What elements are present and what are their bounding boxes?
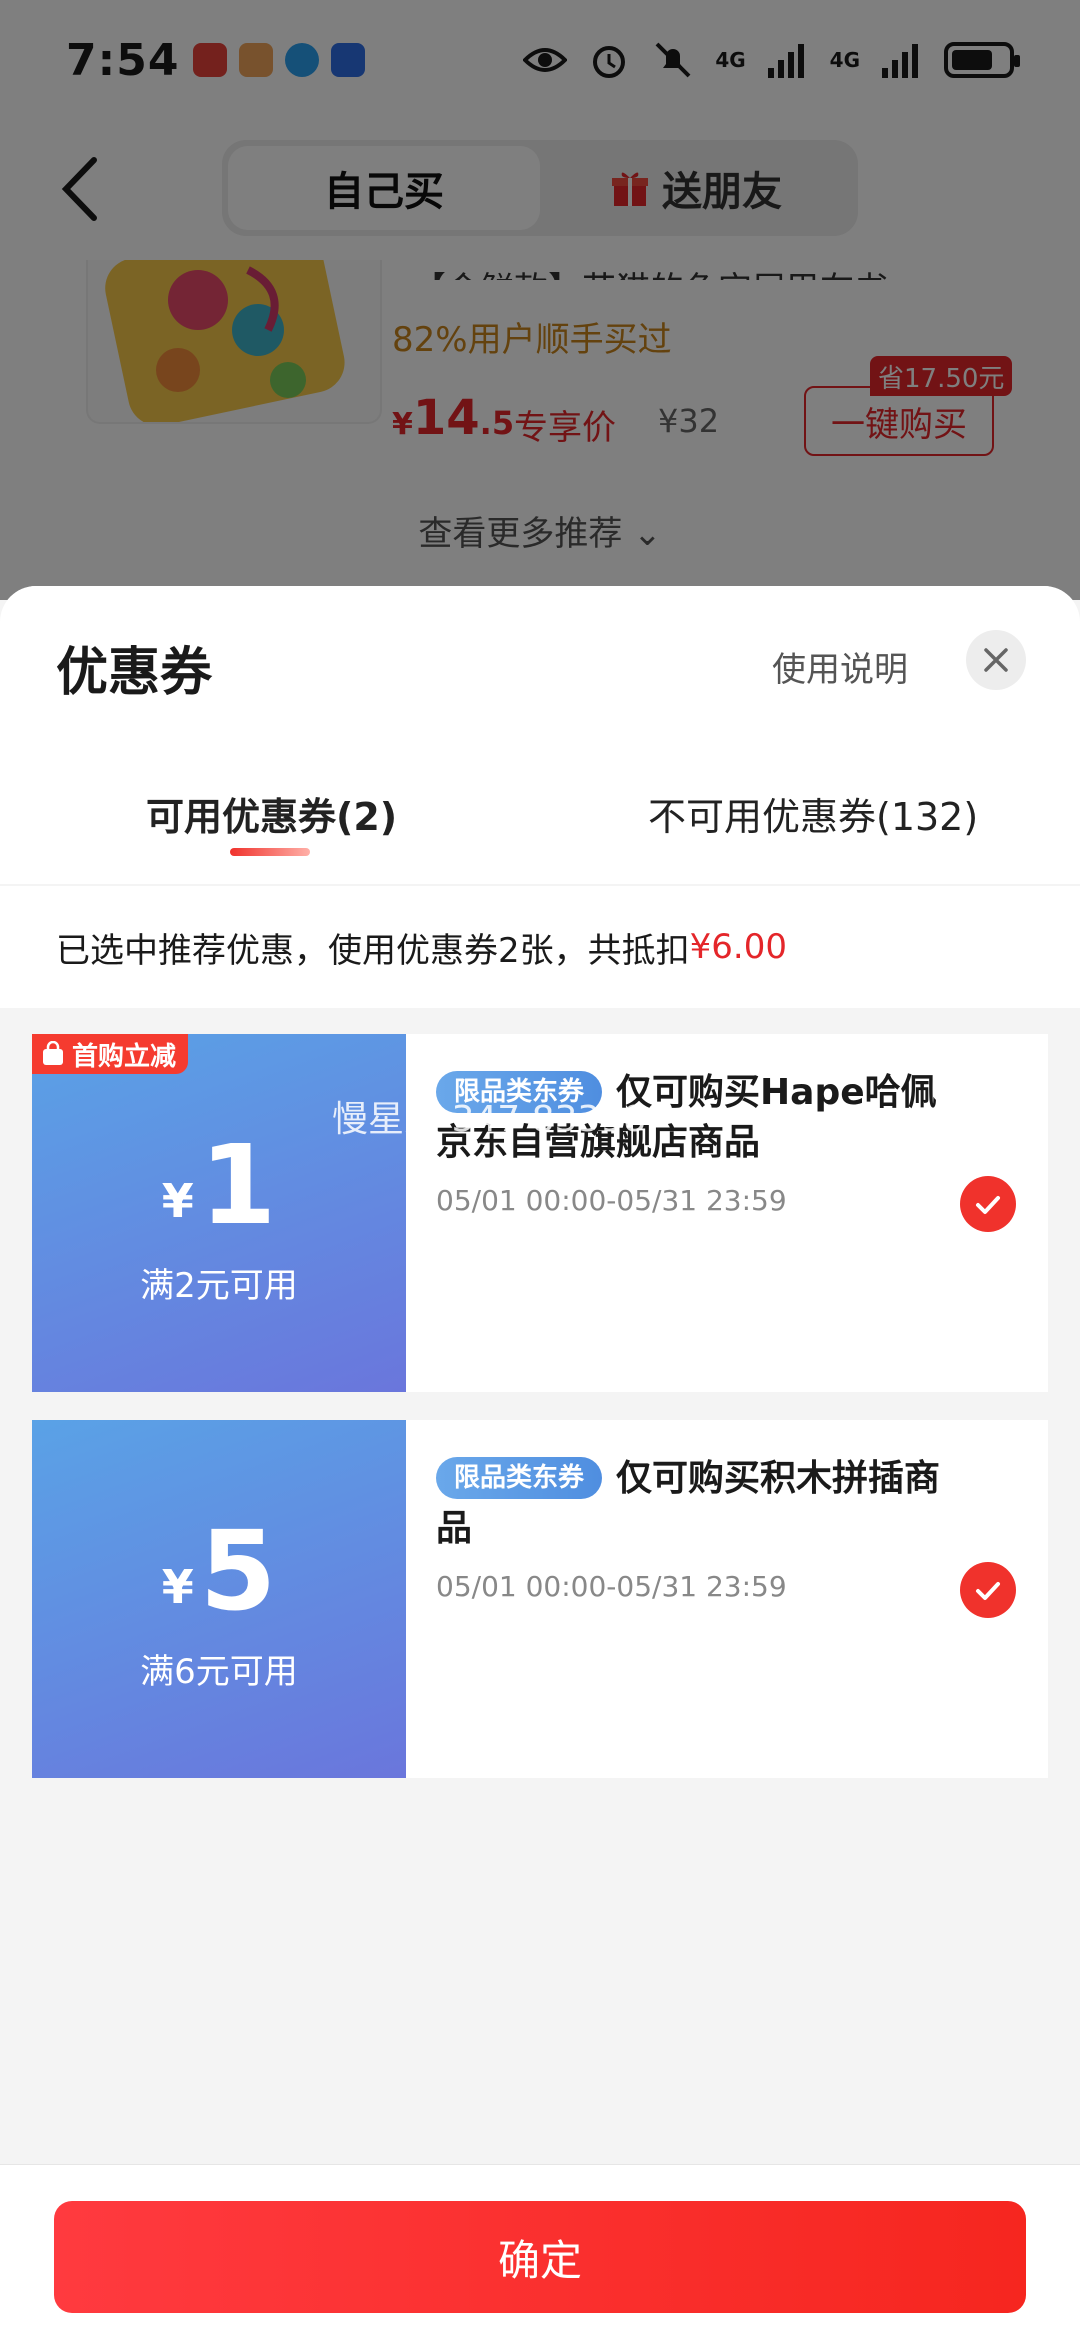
tab-available-coupons[interactable]: 可用优惠券(2) [146, 786, 397, 841]
coupon-selected-checkbox[interactable] [960, 1562, 1016, 1618]
coupon-amount-value: 5 [199, 1506, 277, 1635]
coupon-currency: ¥ [161, 1173, 194, 1228]
coupon-condition: 满6元可用 [140, 1651, 298, 1692]
selection-summary: 已选中推荐优惠，使用优惠券2张，共抵扣 ¥6.00 [0, 886, 1080, 1008]
coupon-amount-value: 1 [199, 1120, 277, 1249]
sheet-header: 优惠券 使用说明 可用优惠券(2) 不可用优惠券(132) [0, 586, 1080, 884]
coupon-sheet: 优惠券 使用说明 可用优惠券(2) 不可用优惠券(132) 已选中推荐优惠，使用… [0, 586, 1080, 2340]
check-icon [976, 1196, 1000, 1214]
coupon-validity: 05/01 00:00-05/31 23:59 [436, 1184, 787, 1217]
coupon-details: 限品类东券 仅可购买Hape哈佩京东自营旗舰店商品 05/01 00:00-05/… [406, 1034, 1048, 1392]
background-page: 7:54 4G 4G 自己买 送朋友 [0, 0, 1080, 600]
watermark-text: 慢星人 347 83398 [332, 1099, 647, 1140]
coupon-category-tag: 限品类东券 [436, 1457, 603, 1499]
coupon-validity: 05/01 00:00-05/31 23:59 [436, 1570, 787, 1603]
tab-unavailable-coupons[interactable]: 不可用优惠券(132) [648, 786, 978, 841]
usage-instructions-link[interactable]: 使用说明 [772, 642, 908, 691]
modal-overlay[interactable] [0, 0, 1080, 600]
first-purchase-badge-label: 首购立减 [72, 1041, 177, 1072]
active-tab-indicator [230, 848, 310, 856]
coupon-amount: ¥ 5 [162, 1506, 277, 1636]
coupon-description: 限品类东券 仅可购买积木拼插商品 [436, 1454, 956, 1554]
coupon-condition: 满2元可用 [140, 1265, 298, 1306]
confirm-button[interactable]: 确定 [54, 2201, 1026, 2313]
coupon-card[interactable]: ¥ 5 满6元可用 限品类东券 仅可购买积木拼插商品 05/01 00:00-05… [26, 1420, 1048, 1778]
sheet-title: 优惠券 [56, 643, 213, 703]
coupon-currency: ¥ [161, 1559, 194, 1614]
coupon-value-panel: 首购立减 ¥ 1 满2元可用 [26, 1034, 406, 1392]
coupon-value-panel: ¥ 5 满6元可用 [26, 1420, 406, 1778]
close-button[interactable] [966, 630, 1026, 690]
selection-text: 已选中推荐优惠，使用优惠券2张，共抵扣 [56, 930, 690, 971]
coupon-amount: ¥ 1 [162, 1120, 277, 1250]
shopping-bag-icon [43, 1041, 63, 1065]
coupon-details: 限品类东券 仅可购买积木拼插商品 05/01 00:00-05/31 23:59 [406, 1420, 1048, 1778]
first-purchase-badge: 首购立减 [32, 1034, 189, 1074]
sheet-footer: 确定 [0, 2164, 1080, 2340]
coupon-card[interactable]: 首购立减 ¥ 1 满2元可用 限品类东券 仅可购买Hape哈佩京东自营旗舰店商品 … [26, 1034, 1048, 1392]
coupon-tabs: 可用优惠券(2) 不可用优惠券(132) [0, 786, 1080, 884]
close-icon [984, 648, 1008, 672]
check-icon [976, 1582, 1000, 1600]
selection-amount: ¥6.00 [689, 927, 787, 967]
coupon-selected-checkbox[interactable] [960, 1176, 1016, 1232]
